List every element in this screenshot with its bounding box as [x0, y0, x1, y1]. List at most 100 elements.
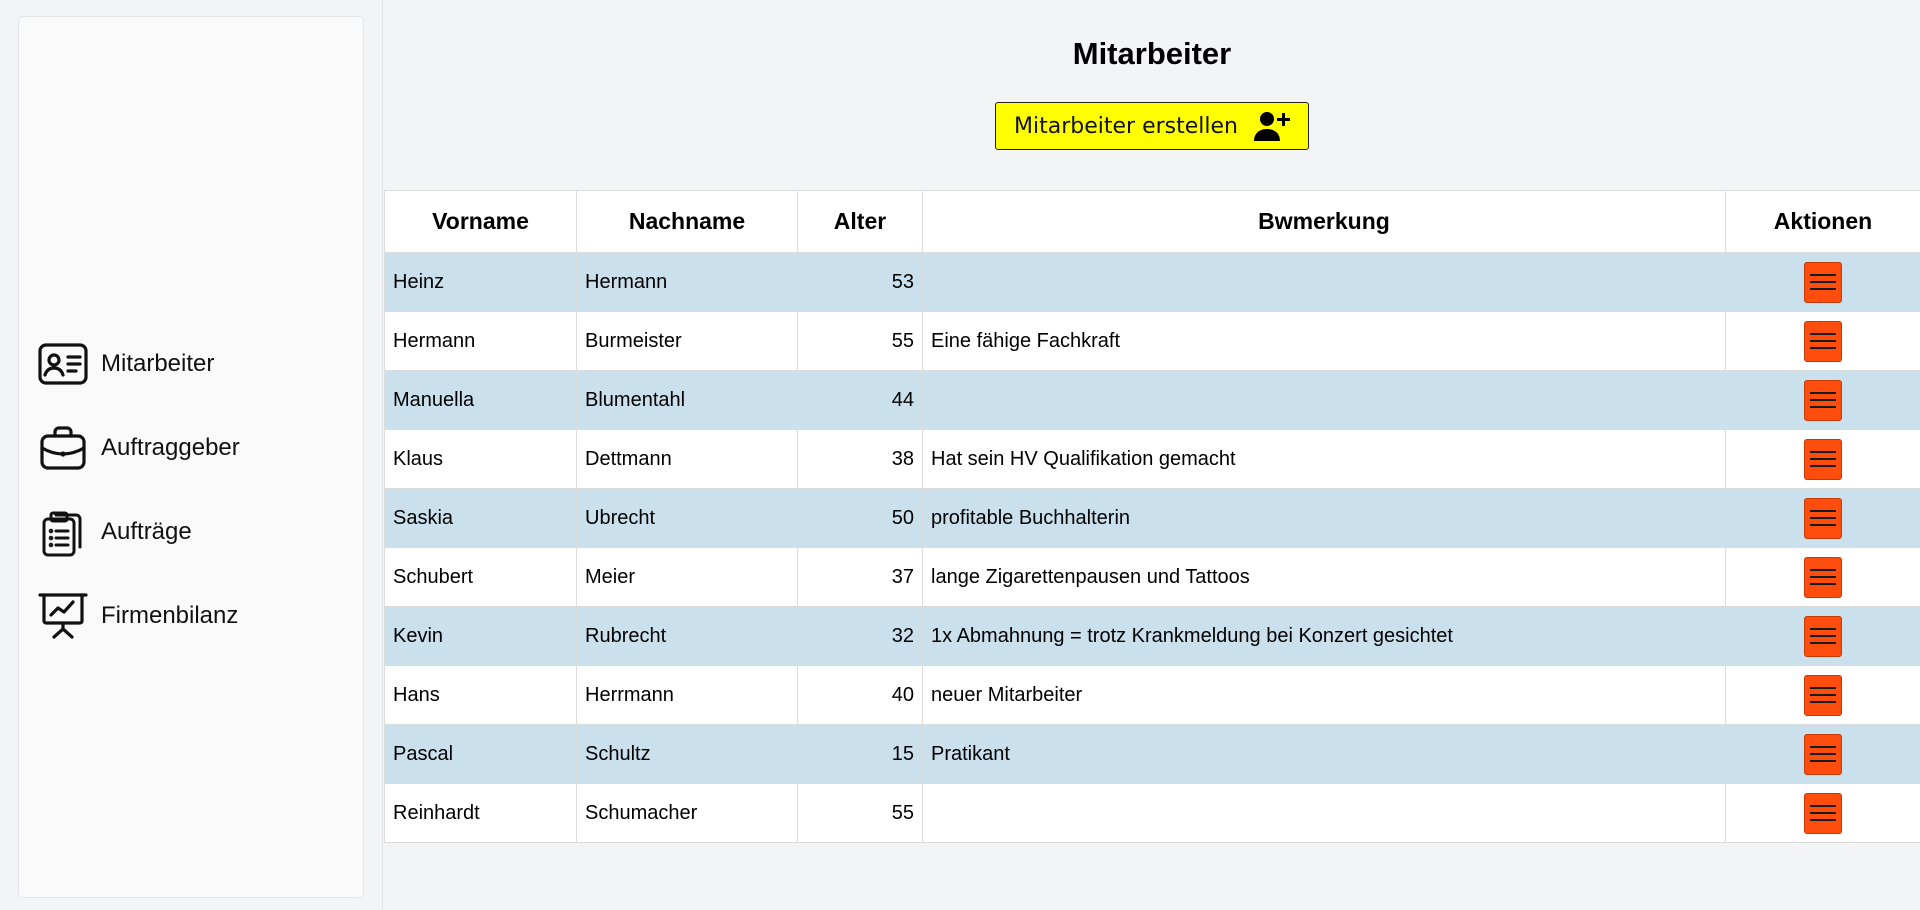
hamburger-menu-icon: [1810, 465, 1836, 467]
cell-bemerkung: Pratikant: [922, 724, 1726, 784]
cell-vorname: Hans: [384, 665, 577, 725]
cell-bemerkung: 1x Abmahnung = trotz Krankmeldung bei Ko…: [922, 606, 1726, 666]
table-row: Saskia Ubrecht 50 profitable Buchhalteri…: [384, 488, 1920, 548]
create-employee-button[interactable]: Mitarbeiter erstellen: [995, 102, 1309, 150]
column-header-alter[interactable]: Alter: [797, 190, 923, 253]
cell-nachname: Dettmann: [576, 429, 798, 489]
row-actions-button[interactable]: [1804, 438, 1842, 480]
cell-vorname: Kevin: [384, 606, 577, 666]
cell-bemerkung: neuer Mitarbeiter: [922, 665, 1726, 725]
hamburger-menu-icon: [1810, 746, 1836, 748]
row-actions-button[interactable]: [1804, 615, 1842, 657]
hamburger-menu-icon: [1810, 392, 1836, 394]
app-root: Mitarbeiter Auftraggeber Aufträge Firmen…: [0, 0, 1920, 910]
row-actions-button[interactable]: [1804, 261, 1842, 303]
cell-aktionen: [1725, 783, 1920, 843]
hamburger-menu-icon: [1810, 517, 1836, 519]
employee-table: Vorname Nachname Alter Bwmerkung Aktione…: [384, 190, 1920, 843]
cell-nachname: Herrmann: [576, 665, 798, 725]
table-row: Hermann Burmeister 55 Eine fähige Fachkr…: [384, 311, 1920, 371]
cell-bemerkung: lange Zigarettenpausen und Tattoos: [922, 547, 1726, 607]
cell-vorname: Hermann: [384, 311, 577, 371]
cell-alter: 55: [797, 783, 923, 843]
table-header-row: Vorname Nachname Alter Bwmerkung Aktione…: [384, 190, 1920, 253]
cell-alter: 55: [797, 311, 923, 371]
cell-aktionen: [1725, 665, 1920, 725]
table-row: Manuella Blumentahl 44: [384, 370, 1920, 430]
cell-alter: 32: [797, 606, 923, 666]
hamburger-menu-icon: [1810, 812, 1836, 814]
cell-alter: 53: [797, 252, 923, 312]
hamburger-menu-icon: [1810, 569, 1836, 571]
cell-alter: 37: [797, 547, 923, 607]
row-actions-button[interactable]: [1804, 733, 1842, 775]
sidebar-item-label: Auftraggeber: [101, 434, 240, 461]
presentation-chart-icon: [37, 590, 89, 642]
cell-alter: 38: [797, 429, 923, 489]
page-title: Mitarbeiter: [1072, 36, 1232, 71]
cell-alter: 44: [797, 370, 923, 430]
cell-vorname: Heinz: [384, 252, 577, 312]
hamburger-menu-icon: [1810, 576, 1836, 578]
row-actions-button[interactable]: [1804, 674, 1842, 716]
sidebar-item-label: Firmenbilanz: [101, 602, 239, 629]
sidebar-item-mitarbeiter[interactable]: Mitarbeiter: [37, 322, 240, 406]
hamburger-menu-icon: [1810, 701, 1836, 703]
row-actions-button[interactable]: [1804, 792, 1842, 834]
cell-aktionen: [1725, 724, 1920, 784]
cell-aktionen: [1725, 547, 1920, 607]
column-header-nachname[interactable]: Nachname: [576, 190, 798, 253]
sidebar-item-firmenbilanz[interactable]: Firmenbilanz: [37, 574, 240, 658]
hamburger-menu-icon: [1810, 406, 1836, 408]
column-header-aktionen: Aktionen: [1725, 190, 1920, 253]
sidebar-nav: Mitarbeiter Auftraggeber Aufträge Firmen…: [37, 322, 240, 658]
cell-alter: 15: [797, 724, 923, 784]
sidebar-item-auftraege[interactable]: Aufträge: [37, 490, 240, 574]
cell-nachname: Rubrecht: [576, 606, 798, 666]
cell-alter: 40: [797, 665, 923, 725]
cell-bemerkung: Hat sein HV Qualifikation gemacht: [922, 429, 1726, 489]
column-header-bemerkung[interactable]: Bwmerkung: [922, 190, 1726, 253]
cell-vorname: Klaus: [384, 429, 577, 489]
cell-nachname: Hermann: [576, 252, 798, 312]
clipboard-list-icon: [37, 506, 89, 558]
hamburger-menu-icon: [1810, 642, 1836, 644]
hamburger-menu-icon: [1810, 399, 1836, 401]
hamburger-menu-icon: [1810, 687, 1836, 689]
user-plus-icon: [1253, 110, 1290, 142]
id-card-icon: [37, 338, 89, 390]
hamburger-menu-icon: [1810, 458, 1836, 460]
cell-bemerkung: [922, 252, 1726, 312]
sidebar-item-label: Mitarbeiter: [101, 350, 215, 377]
column-header-vorname[interactable]: Vorname: [384, 190, 577, 253]
row-actions-button[interactable]: [1804, 497, 1842, 539]
cell-aktionen: [1725, 370, 1920, 430]
table-row: Schubert Meier 37 lange Zigarettenpausen…: [384, 547, 1920, 607]
row-actions-button[interactable]: [1804, 320, 1842, 362]
hamburger-menu-icon: [1810, 694, 1836, 696]
row-actions-button[interactable]: [1804, 379, 1842, 421]
row-actions-button[interactable]: [1804, 556, 1842, 598]
table-row: Klaus Dettmann 38 Hat sein HV Qualifikat…: [384, 429, 1920, 489]
briefcase-icon: [37, 422, 89, 474]
hamburger-menu-icon: [1810, 805, 1836, 807]
cell-aktionen: [1725, 488, 1920, 548]
cell-aktionen: [1725, 252, 1920, 312]
hamburger-menu-icon: [1810, 451, 1836, 453]
cell-vorname: Manuella: [384, 370, 577, 430]
main-content: Mitarbeiter Mitarbeiter erstellen Vornam…: [384, 0, 1920, 910]
cell-bemerkung: profitable Buchhalterin: [922, 488, 1726, 548]
hamburger-menu-icon: [1810, 524, 1836, 526]
hamburger-menu-icon: [1810, 340, 1836, 342]
hamburger-menu-icon: [1810, 281, 1836, 283]
hamburger-menu-icon: [1810, 333, 1836, 335]
sidebar-item-auftraggeber[interactable]: Auftraggeber: [37, 406, 240, 490]
cell-nachname: Ubrecht: [576, 488, 798, 548]
hamburger-menu-icon: [1810, 274, 1836, 276]
hamburger-menu-icon: [1810, 753, 1836, 755]
table-row: Pascal Schultz 15 Pratikant: [384, 724, 1920, 784]
cell-nachname: Schumacher: [576, 783, 798, 843]
hamburger-menu-icon: [1810, 510, 1836, 512]
cell-aktionen: [1725, 606, 1920, 666]
cell-nachname: Schultz: [576, 724, 798, 784]
